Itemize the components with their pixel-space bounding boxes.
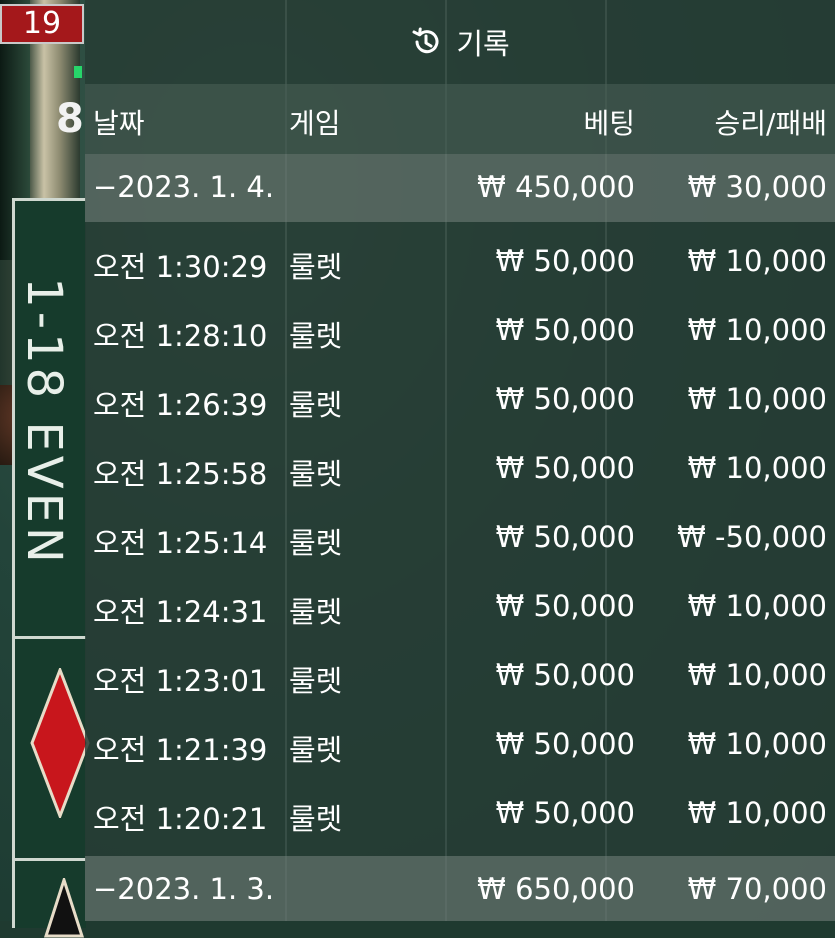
row-result: ₩ 10,000 xyxy=(687,796,827,830)
row-result: ₩ 10,000 xyxy=(687,451,827,485)
row-time: 오전 1:30:29 xyxy=(93,250,268,284)
row-result: ₩ -50,000 xyxy=(677,520,827,554)
row-game: 룰렛 xyxy=(289,802,343,836)
column-header-bet: 베팅 xyxy=(583,107,635,140)
row-bet: ₩ 50,000 xyxy=(495,382,635,416)
bet-area-label: 1-18 EVEN xyxy=(16,277,72,567)
row-time: 오전 1:28:10 xyxy=(93,319,268,353)
row-bet: ₩ 50,000 xyxy=(495,796,635,830)
table-row[interactable]: 오전 1:26:39 룰렛 ₩ 50,000 ₩ 10,000 xyxy=(85,366,835,435)
group-date: −2023. 1. 3. xyxy=(93,872,275,906)
green-marker xyxy=(74,66,82,78)
table-row[interactable]: 오전 1:23:01 룰렛 ₩ 50,000 ₩ 10,000 xyxy=(85,642,835,711)
row-bet: ₩ 50,000 xyxy=(495,727,635,761)
last-number-badge: 19 xyxy=(0,4,84,44)
row-game: 룰렛 xyxy=(289,388,343,422)
row-game: 룰렛 xyxy=(289,457,343,491)
black-diamond-icon xyxy=(44,878,84,938)
row-result: ₩ 10,000 xyxy=(687,658,827,692)
red-diamond-icon xyxy=(30,668,90,818)
group-result-total: ₩ 30,000 xyxy=(687,170,827,204)
row-bet: ₩ 50,000 xyxy=(495,658,635,692)
group-result-total: ₩ 70,000 xyxy=(687,872,827,906)
table-header-row: 날짜 게임 베팅 승리/패배 xyxy=(85,84,835,154)
table-row[interactable]: 오전 1:25:58 룰렛 ₩ 50,000 ₩ 10,000 xyxy=(85,435,835,504)
row-bet: ₩ 50,000 xyxy=(495,589,635,623)
row-result: ₩ 10,000 xyxy=(687,589,827,623)
row-result: ₩ 10,000 xyxy=(687,382,827,416)
table-row[interactable]: 오전 1:28:10 룰렛 ₩ 50,000 ₩ 10,000 xyxy=(85,297,835,366)
row-result: ₩ 10,000 xyxy=(687,244,827,278)
side-number: 8 xyxy=(56,96,84,142)
date-group-row[interactable]: −2023. 1. 4. ₩ 450,000 ₩ 30,000 xyxy=(85,154,835,222)
row-game: 룰렛 xyxy=(289,595,343,629)
row-time: 오전 1:26:39 xyxy=(93,388,268,422)
group-date: −2023. 1. 4. xyxy=(93,170,275,204)
row-game: 룰렛 xyxy=(289,250,343,284)
row-bet: ₩ 50,000 xyxy=(495,313,635,347)
row-result: ₩ 10,000 xyxy=(687,313,827,347)
row-time: 오전 1:21:39 xyxy=(93,733,268,767)
panel-header: 기록 xyxy=(85,0,835,84)
history-panel: 기록 날짜 게임 베팅 승리/패배 −2023. 1. 4. ₩ 450,000… xyxy=(85,0,835,921)
column-header-game: 게임 xyxy=(289,107,341,140)
table-row[interactable]: 오전 1:20:21 룰렛 ₩ 50,000 ₩ 10,000 xyxy=(85,780,835,849)
table-row[interactable]: 오전 1:30:29 룰렛 ₩ 50,000 ₩ 10,000 xyxy=(85,228,835,297)
row-game: 룰렛 xyxy=(289,664,343,698)
row-game: 룰렛 xyxy=(289,319,343,353)
column-header-date: 날짜 xyxy=(93,107,145,140)
table-row[interactable]: 오전 1:25:14 룰렛 ₩ 50,000 ₩ -50,000 xyxy=(85,504,835,573)
row-time: 오전 1:24:31 xyxy=(93,595,268,629)
row-game: 룰렛 xyxy=(289,733,343,767)
date-group-row[interactable]: −2023. 1. 3. ₩ 650,000 ₩ 70,000 xyxy=(85,856,835,921)
row-time: 오전 1:25:58 xyxy=(93,457,268,491)
row-bet: ₩ 50,000 xyxy=(495,244,635,278)
row-bet: ₩ 50,000 xyxy=(495,520,635,554)
row-game: 룰렛 xyxy=(289,526,343,560)
panel-title: 기록 xyxy=(456,27,510,61)
row-bet: ₩ 50,000 xyxy=(495,451,635,485)
table-row[interactable]: 오전 1:24:31 룰렛 ₩ 50,000 ₩ 10,000 xyxy=(85,573,835,642)
row-result: ₩ 10,000 xyxy=(687,727,827,761)
row-time: 오전 1:25:14 xyxy=(93,526,268,560)
row-time: 오전 1:20:21 xyxy=(93,802,268,836)
group-bet-total: ₩ 650,000 xyxy=(477,872,635,906)
table-row[interactable]: 오전 1:21:39 룰렛 ₩ 50,000 ₩ 10,000 xyxy=(85,711,835,780)
group-bet-total: ₩ 450,000 xyxy=(477,170,635,204)
column-header-result: 승리/패배 xyxy=(714,107,827,140)
history-icon xyxy=(412,27,439,54)
row-time: 오전 1:23:01 xyxy=(93,664,268,698)
